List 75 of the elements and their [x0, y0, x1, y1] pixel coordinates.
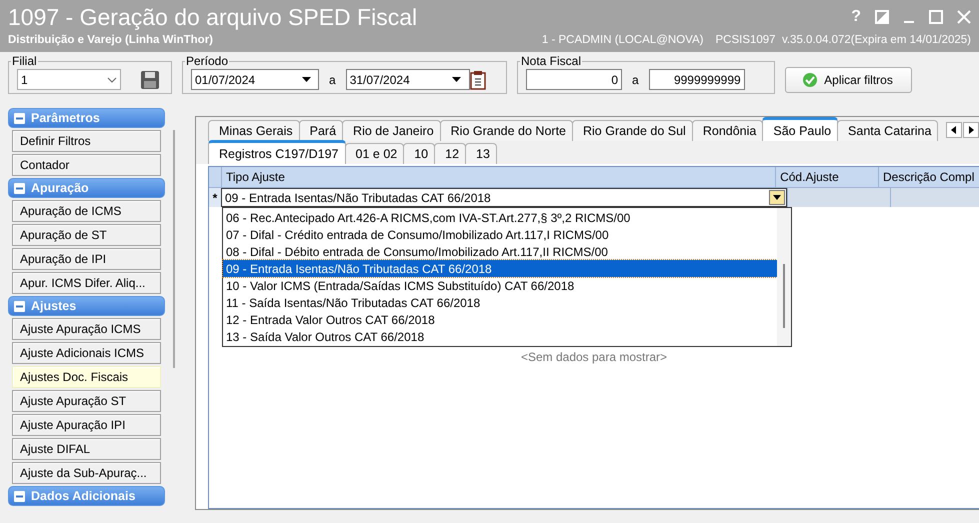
session-info: 1 - PCADMIN (LOCAL@NOVA) — [542, 34, 704, 46]
column-header[interactable]: Tipo Ajuste — [221, 167, 776, 187]
sidebar-item[interactable]: Ajuste Apuração ICMS — [12, 318, 161, 340]
state-tab[interactable]: Rio de Janeiro — [342, 120, 441, 141]
sidebar-item[interactable]: Ajuste Apuração ST — [12, 390, 161, 412]
state-tab[interactable]: Rio Grande do Sul — [572, 120, 693, 141]
chevron-icon — [107, 76, 117, 82]
scroll-left-icon[interactable] — [946, 122, 962, 138]
window-subtitle: Distribuição e Varejo (Linha WinThor) — [8, 34, 214, 46]
sub-tab[interactable]: 12 — [434, 143, 466, 164]
range-separator: a — [328, 72, 337, 86]
apply-filters-button[interactable]: Aplicar filtros — [785, 67, 912, 93]
sidebar-item[interactable]: Apuração de IPI — [12, 248, 161, 270]
nota-from-field[interactable]: 0 — [526, 69, 622, 90]
sidebar-item[interactable]: Ajuste da Sub-Apuraç... — [12, 462, 161, 484]
sub-tab[interactable]: 13 — [465, 143, 497, 164]
sub-tab[interactable]: 01 e 02 — [344, 143, 404, 164]
periodo-label: Período — [185, 54, 230, 68]
dropdown-option[interactable]: 06 - Rec.Antecipado Art.426-A RICMS,com IVA-ST.Art.277,§ 3º,2 RICMS/00 — [223, 209, 777, 226]
filial-label: Filial — [11, 54, 38, 68]
collapse-icon[interactable] — [14, 112, 25, 124]
range-separator: a — [631, 72, 640, 86]
column-header[interactable]: Cód.Ajuste — [775, 167, 878, 187]
close-icon[interactable] — [957, 10, 971, 24]
nota-to-field[interactable]: 9999999999 — [648, 69, 745, 90]
sidebar-item[interactable]: Ajuste Apuração IPI — [12, 414, 161, 436]
dropdown-option[interactable]: 08 - Difal - Débito entrada de Consumo/Imobilizado Art.117,II RICMS/00 — [223, 243, 777, 260]
tipo-ajuste-combo[interactable]: 09 - Entrada Isentas/Não Tributadas CAT 66/2018 — [221, 188, 787, 207]
section-title: Apuração — [31, 181, 89, 195]
scrollbar-thumb[interactable] — [783, 264, 785, 328]
state-tab[interactable]: Santa Catarina — [837, 120, 938, 141]
sidebar-item[interactable]: Ajuste DIFAL — [12, 438, 161, 460]
dropdown-option[interactable]: 13 - Saída Valor Outros CAT 66/2018 — [223, 328, 777, 345]
dropdown-option[interactable]: 07 - Difal - Crédito entrada de Consumo/Imobilizado Art.117,I RICMS/00 — [223, 226, 777, 243]
sub-tab[interactable]: 10 — [403, 143, 436, 164]
nota-fiscal-label: Nota Fiscal — [520, 54, 582, 68]
calendar-icon[interactable] — [470, 70, 486, 90]
dropdown-option[interactable]: 12 - Entrada Valor Outros CAT 66/2018 — [223, 311, 777, 328]
section-title: Dados Adicionais — [31, 489, 136, 503]
date-from-field[interactable]: 01/07/2024 — [191, 69, 319, 90]
sidebar-item[interactable]: Contador — [12, 154, 161, 176]
new-row-marker: * — [212, 190, 218, 206]
state-tab[interactable]: Pará — [298, 120, 344, 141]
date-to-field[interactable]: 31/07/2024 — [346, 69, 470, 90]
scrollbar-thumb[interactable] — [173, 130, 175, 368]
state-tab[interactable]: Rio Grande do Norte — [440, 120, 573, 141]
sidebar-item[interactable]: Ajuste Adicionais ICMS — [12, 342, 161, 364]
sidebar-item[interactable]: Definir Filtros — [12, 130, 161, 152]
section-title: Parâmetros — [31, 111, 100, 125]
section-title: Ajustes — [31, 299, 76, 313]
scroll-right-icon[interactable] — [963, 122, 979, 138]
empty-message: <Sem dados para mostrar> — [520, 350, 668, 364]
collapse-icon[interactable] — [14, 300, 25, 312]
dropdown-option[interactable]: 09 - Entrada Isentas/Não Tributadas CAT 66/2018 — [223, 260, 777, 277]
window-title: 1097 - Geração do arquivo SPED Fiscal — [8, 4, 418, 30]
save-icon[interactable] — [139, 68, 161, 90]
filial-combo[interactable]: 1 — [17, 69, 121, 90]
sidebar-item[interactable]: Ajustes Doc. Fiscais — [12, 366, 161, 388]
sidebar-item[interactable]: Apur. ICMS Difer. Aliq... — [12, 272, 161, 294]
state-tab[interactable]: Rondônia — [692, 120, 764, 141]
collapse-icon[interactable] — [14, 490, 25, 502]
state-tab[interactable]: Minas Gerais — [208, 120, 300, 141]
check-circle-icon — [802, 72, 818, 88]
restore-icon[interactable] — [875, 10, 889, 24]
version-info: PCSIS1097 v.35.0.04.072(Expira em 14/01/2025) — [715, 34, 971, 46]
state-tab[interactable]: São Paulo — [762, 117, 838, 141]
column-header[interactable]: Descrição Compl — [878, 167, 979, 187]
dropdown-option[interactable]: 10 - Valor ICMS (Entrada/Saídas ICMS Substituído) CAT 66/2018 — [223, 277, 777, 294]
dropdown-option[interactable]: 11 - Saída Isentas/Não Tributadas CAT 66/2018 — [223, 294, 777, 311]
maximize-icon[interactable] — [929, 10, 943, 24]
dropdown-list[interactable] — [222, 207, 792, 347]
sub-tab[interactable]: Registros C197/D197 — [208, 140, 346, 164]
collapse-icon[interactable] — [14, 182, 25, 194]
sidebar-item[interactable]: Apuração de ICMS — [12, 200, 161, 222]
sidebar-item[interactable]: Apuração de ST — [12, 224, 161, 246]
